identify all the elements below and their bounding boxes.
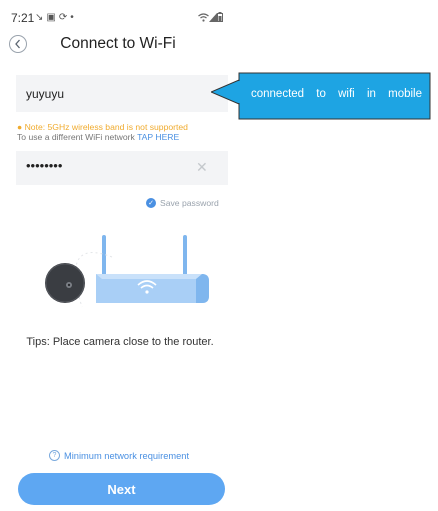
page-title: Connect to Wi-Fi [60,35,176,52]
gallery-icon: ▣ [46,12,59,23]
different-network-line: To use a different WiFi network TAP HERE [17,132,179,142]
dot-icon: • [70,12,77,23]
status-time: 7:21 [11,11,35,25]
password-value[interactable]: •••••••• [26,158,62,173]
question-icon: ? [49,450,60,461]
wifi-name-value[interactable]: yuyuyu [26,87,64,101]
band-note: ● Note: 5GHz wireless band is not suppor… [17,122,188,132]
different-network-text: To use a different WiFi network [17,132,138,142]
checkmark-icon[interactable]: ✓ [146,198,156,208]
note-bullet: ● [17,122,25,132]
status-icons-right [198,12,223,25]
wifi-icon [198,13,209,22]
next-button[interactable]: Next [18,473,225,505]
signal-icon [209,13,217,22]
close-icon[interactable]: ✕ [196,159,208,176]
annotation-text: connected to wifi in mobile [251,88,422,100]
camera-router-illustration [45,235,209,308]
router-icon [96,235,209,303]
status-icons-left: ↘▣⟳• [35,12,77,23]
tips-text: Tips: Place camera close to the router. [26,336,214,348]
save-password-option[interactable]: ✓ Save password [146,198,219,208]
min-requirement-label[interactable]: Minimum network requirement [64,451,189,461]
sync-icon: ⟳ [58,12,71,23]
band-note-text: Note: 5GHz wireless band is not supporte… [24,122,188,132]
min-requirement-link[interactable]: ? Minimum network requirement [49,450,189,461]
save-password-label: Save password [160,198,219,208]
tap-here-link[interactable]: TAP HERE [137,132,179,142]
camera-icon [45,263,85,303]
notification-icon: ↘ [35,12,47,23]
battery-icon [217,12,223,22]
